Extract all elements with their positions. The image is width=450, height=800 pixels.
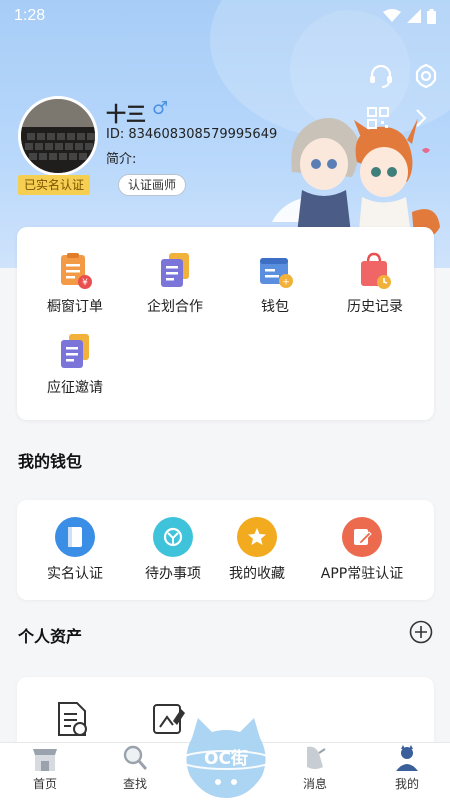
invitation-icon	[61, 334, 89, 368]
status-icons	[383, 8, 436, 24]
customer-service-icon[interactable]	[367, 62, 395, 90]
tab-label: 查找	[122, 777, 147, 791]
history-icon	[361, 252, 391, 289]
user-intro: 简介:	[106, 152, 137, 167]
svg-text:+: +	[282, 278, 290, 288]
wallet-item-label: 待办事项	[145, 566, 201, 582]
tab-home[interactable]: 首页	[10, 743, 80, 800]
order-icon: ¥	[61, 253, 92, 289]
menu-item-label: 历史记录	[347, 299, 403, 315]
tab-profile[interactable]: 我的	[372, 743, 442, 800]
svg-text:¥: ¥	[82, 278, 88, 288]
menu-item-order[interactable]: ¥ 橱窗订单	[40, 252, 110, 316]
wallet-card: 实名认证 待办事项 我的收藏 APP常驻认证	[17, 500, 434, 600]
tab-label: 我的	[394, 777, 419, 791]
message-icon	[307, 746, 326, 769]
tab-search[interactable]: 查找	[100, 743, 170, 800]
add-asset-icon[interactable]	[409, 620, 433, 644]
chevron-right-icon[interactable]	[414, 108, 428, 128]
search-icon	[123, 745, 148, 770]
wallet-item-label: APP常驻认证	[320, 566, 404, 582]
wallet-item-favorites[interactable]: 我的收藏	[222, 517, 292, 583]
wallet-item-real-name[interactable]: 实名认证	[40, 517, 110, 583]
menu-item-invitation[interactable]: 应征邀请	[40, 333, 110, 397]
star-icon	[237, 517, 277, 557]
artist-badge[interactable]: 认证画师	[118, 174, 187, 196]
settings-icon[interactable]	[412, 62, 440, 90]
wallet-item-label: 我的收藏	[229, 566, 285, 582]
menu-item-label: 橱窗订单	[47, 299, 103, 315]
tab-label: 首页	[32, 777, 57, 791]
edit-icon	[342, 517, 382, 557]
menu-item-history[interactable]: 历史记录	[340, 252, 410, 316]
assets-section-title: 个人资产	[18, 627, 83, 646]
wifi-icon	[383, 9, 401, 22]
status-bar: 1:28	[0, 0, 450, 32]
shop-icon	[33, 749, 57, 771]
id-card-icon	[55, 517, 95, 557]
wallet-icon: +	[260, 258, 293, 288]
battery-icon	[427, 8, 436, 24]
oc-logo-icon[interactable]: OC街	[178, 716, 274, 800]
menu-item-label: 应征邀请	[47, 380, 103, 396]
male-gender-icon: ♂	[152, 98, 169, 119]
center-logo-text: OC街	[204, 748, 248, 769]
tab-messages[interactable]: 消息	[280, 743, 350, 800]
wallet-item-app-cert[interactable]: APP常驻认证	[312, 517, 412, 583]
avatar[interactable]	[18, 96, 98, 176]
qr-code-icon[interactable]	[367, 107, 389, 129]
user-id: ID: 834608308579995649	[106, 127, 278, 142]
feature-menu-card: ¥ 橱窗订单 企划合作 + 钱包 历史记录 应征邀请	[17, 227, 434, 420]
profile-icon	[396, 745, 418, 771]
menu-item-label: 企划合作	[147, 299, 203, 315]
wallet-item-label: 实名认证	[47, 566, 103, 582]
signal-icon	[407, 9, 421, 23]
wallet-section-title: 我的钱包	[18, 452, 83, 471]
document-icon[interactable]	[55, 701, 89, 739]
tab-label: 消息	[302, 777, 327, 791]
user-name: 十三	[106, 102, 146, 126]
menu-item-wallet[interactable]: + 钱包	[240, 252, 310, 316]
todo-icon	[153, 517, 193, 557]
verified-badge: 已实名认证	[18, 175, 91, 195]
wallet-item-todo[interactable]: 待办事项	[138, 517, 208, 583]
status-time: 1:28	[14, 7, 46, 24]
cooperation-icon	[161, 253, 189, 287]
menu-item-cooperation[interactable]: 企划合作	[140, 252, 210, 316]
menu-item-label: 钱包	[261, 299, 289, 315]
